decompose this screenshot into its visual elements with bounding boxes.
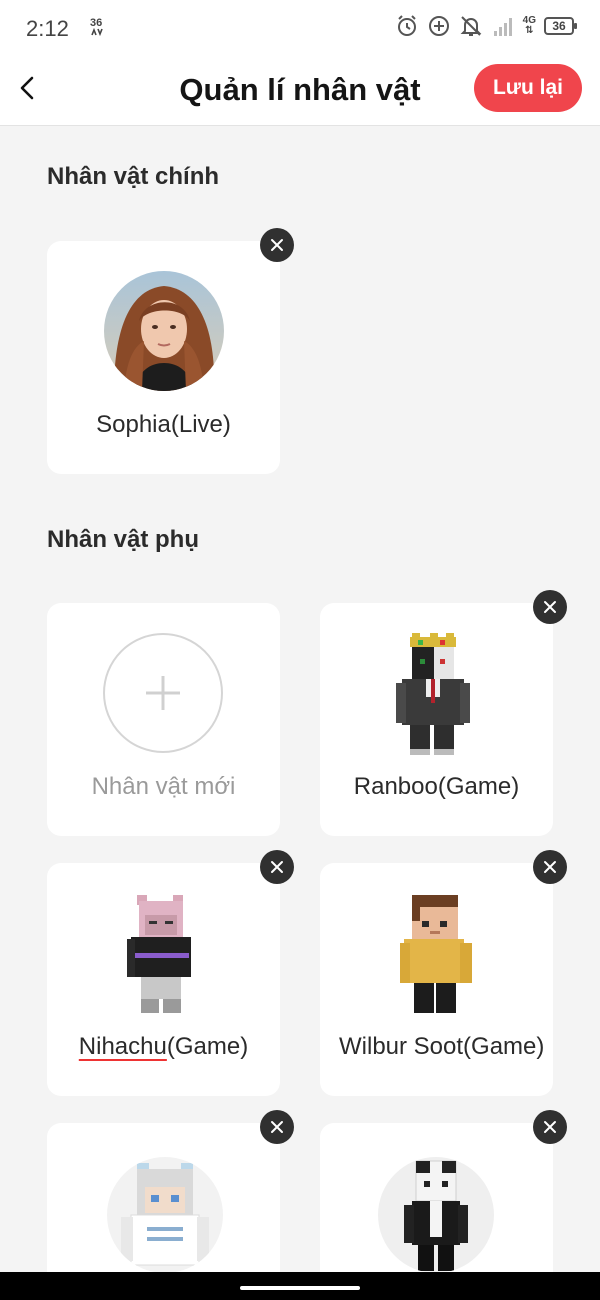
network-arrows-icon: ⇅ (525, 25, 534, 36)
status-icons: 4G ⇅ 36 (395, 14, 577, 38)
close-icon (544, 861, 556, 873)
main-character-section-title: Nhân vật chính (47, 163, 220, 190)
home-gesture-handle[interactable] (240, 1286, 360, 1290)
network-indicator: 4G ⇅ (523, 16, 536, 36)
character-name: Nihachu(Game) (47, 1033, 280, 1061)
minecraft-skin-nihachu-icon (127, 895, 191, 1013)
secondary-character-section-title: Nhân vật phụ (47, 526, 200, 553)
character-card-sophia[interactable]: Sophia(Live) (47, 241, 280, 474)
system-navigation-bar (0, 1272, 600, 1300)
add-character-card[interactable]: Nhân vật mới (47, 603, 280, 836)
remove-character-button[interactable] (533, 1110, 567, 1144)
minecraft-skin-wilbur-icon (400, 895, 472, 1013)
save-button[interactable]: Lưu lại (474, 64, 582, 112)
add-character-label: Nhân vật mới (91, 773, 236, 800)
minecraft-skin-ranboo-icon (396, 633, 470, 755)
character-name-main: Nihachu (78, 1033, 167, 1060)
character-name: Ranboo(Game) (353, 773, 520, 800)
remove-wilbur-button[interactable] (533, 850, 567, 884)
character-name: Wilbur Soot(Game) (339, 1033, 545, 1060)
app-bar: Quản lí nhân vật Lưu lại (0, 60, 600, 126)
character-card-wilbur[interactable]: Wilbur Soot(Game) (320, 863, 553, 1096)
status-bar: 2:12 36 4G ⇅ 36 (0, 0, 600, 60)
avatar (378, 1157, 494, 1273)
data-arrows-icon (91, 27, 103, 37)
close-icon (271, 239, 283, 251)
signal-icon (493, 18, 512, 36)
character-card-nihachu[interactable]: Nihachu(Game) (47, 863, 280, 1096)
character-name-suffix: (Game) (166, 1033, 249, 1060)
remove-sophia-button[interactable] (260, 228, 294, 262)
close-icon (544, 1121, 556, 1133)
data-indicator: 36 (90, 18, 110, 38)
close-icon (271, 861, 283, 873)
data-saver-icon (428, 16, 449, 36)
mute-icon (460, 16, 482, 36)
add-circle (103, 633, 223, 753)
battery-icon: 36 (544, 17, 577, 35)
close-icon (271, 1121, 283, 1133)
remove-ranboo-button[interactable] (533, 590, 567, 624)
avatar (104, 271, 224, 391)
minecraft-skin-white-hair-icon (121, 1163, 209, 1266)
portrait-photo-icon (104, 271, 224, 391)
avatar (107, 1157, 223, 1273)
alarm-icon (397, 15, 416, 36)
remove-character-button[interactable] (260, 1110, 294, 1144)
character-card-ranboo[interactable]: Ranboo(Game) (320, 603, 553, 836)
status-time: 2:12 (26, 16, 69, 41)
battery-level: 36 (552, 19, 566, 33)
remove-nihachu-button[interactable] (260, 850, 294, 884)
plus-icon (146, 676, 180, 710)
close-icon (544, 601, 556, 613)
character-name: Sophia(Live) (96, 411, 231, 438)
minecraft-skin-black-white-icon (404, 1160, 468, 1271)
